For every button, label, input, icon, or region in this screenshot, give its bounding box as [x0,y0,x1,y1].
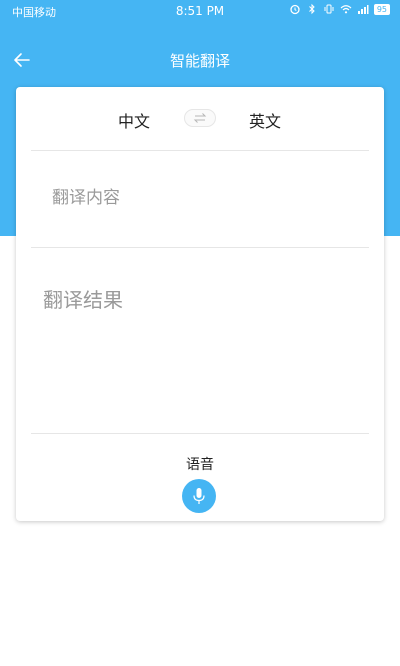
vibrate-icon [324,4,334,14]
signal-icon [357,5,369,14]
status-bar: 中国移动 8:51 PM 95 [0,0,400,22]
header: 智能翻译 [0,38,400,82]
divider [31,433,369,434]
wifi-icon [340,5,352,14]
language-selector-row: 中文 英文 [16,87,384,150]
source-language-button[interactable]: 中文 [118,108,150,132]
target-language-button[interactable]: 英文 [249,108,281,132]
bluetooth-icon [308,3,315,15]
alarm-icon [290,4,300,15]
translation-result: 翻译结果 [43,288,123,312]
swap-languages-button[interactable] [184,109,216,127]
voice-label: 语音 [186,457,214,473]
divider [31,150,369,151]
divider [31,247,369,248]
battery-indicator: 95 [373,3,390,15]
translation-input[interactable]: 翻译内容 [52,183,120,208]
voice-input-button[interactable] [182,479,216,513]
translation-card: 中文 英文 翻译内容 翻译结果 语音 [16,87,384,521]
status-icons: 95 [289,3,390,15]
swap-arrows-icon [193,113,207,123]
page-title: 智能翻译 [169,52,230,70]
microphone-icon [193,488,205,504]
